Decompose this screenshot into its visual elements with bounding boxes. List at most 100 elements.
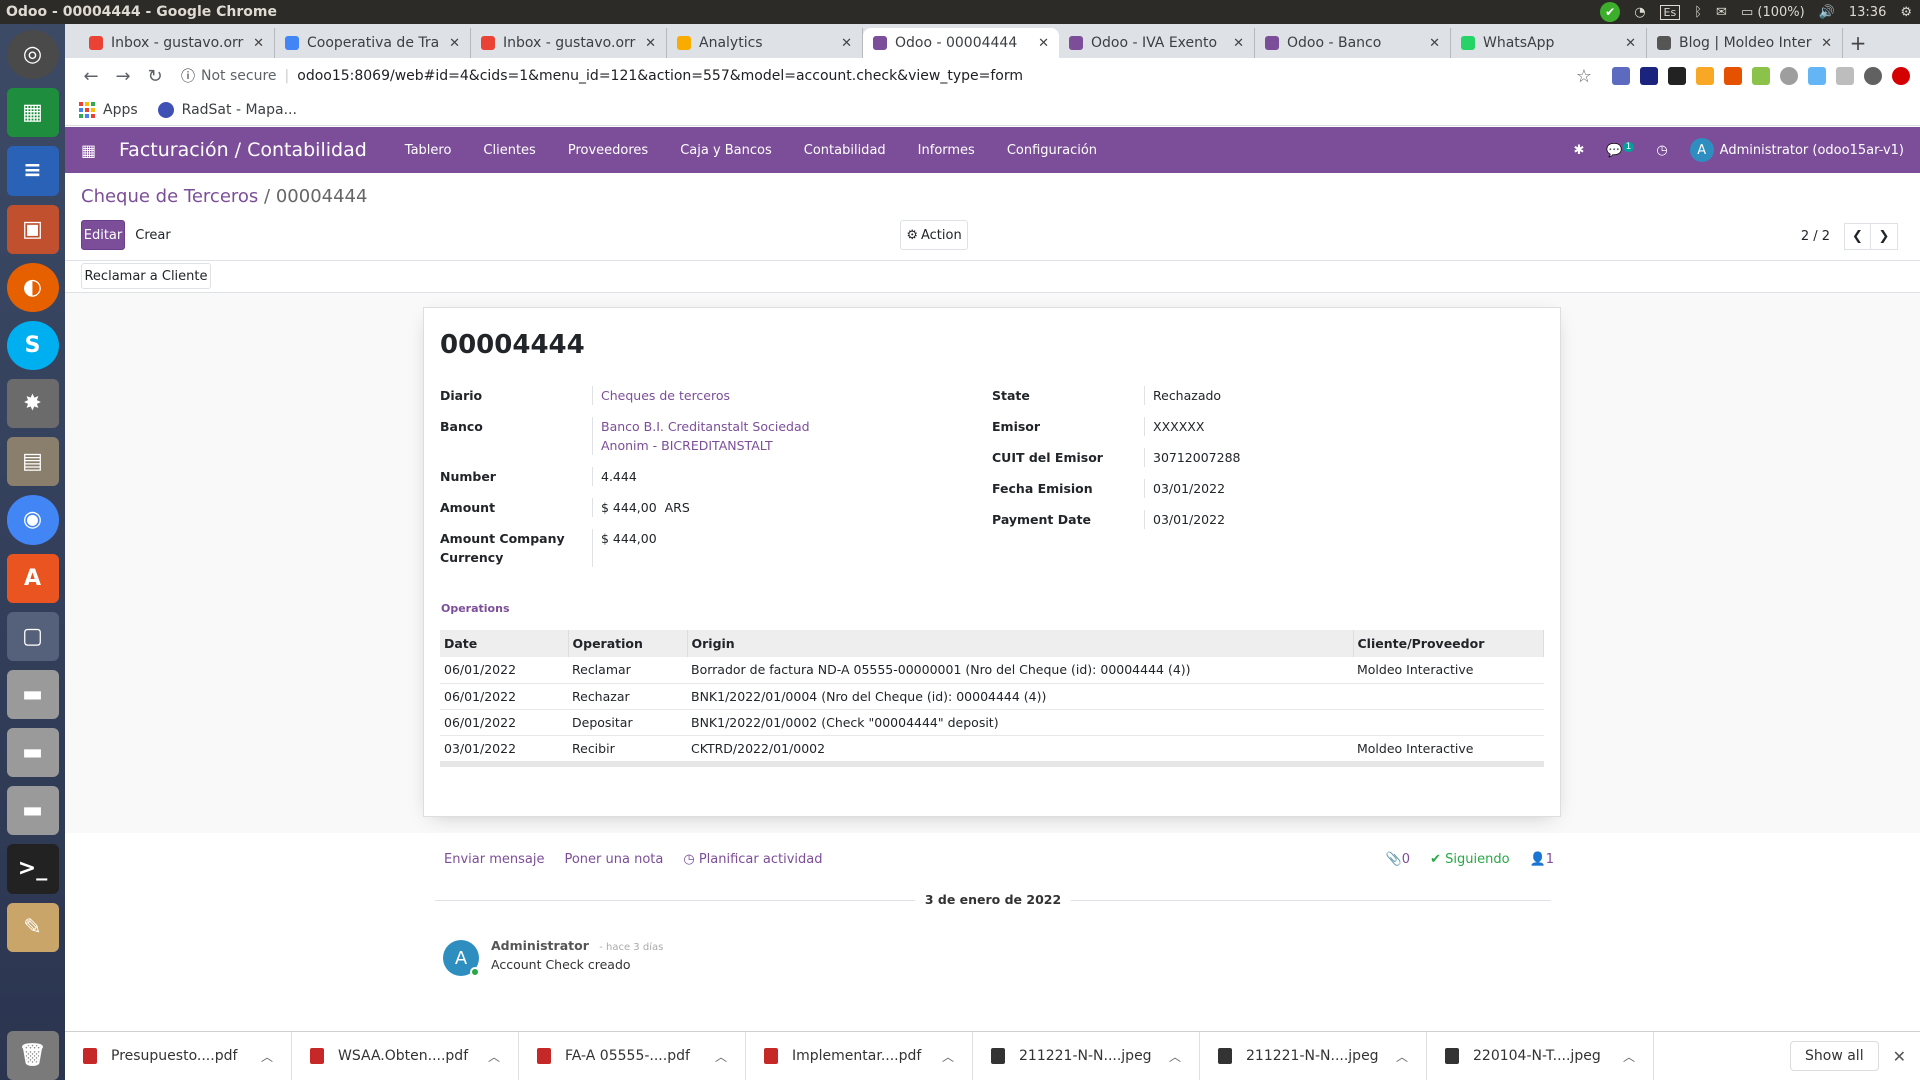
text-editor-icon[interactable]: ✎ [6, 902, 59, 952]
download-item[interactable]: Presupuesto....pdf ︿ [65, 1031, 292, 1080]
extension-icon[interactable] [1780, 67, 1798, 85]
profile-avatar-icon[interactable] [1864, 67, 1882, 85]
drive-icon[interactable]: ▬ [6, 786, 59, 836]
extension-icon[interactable] [1752, 67, 1770, 85]
field-value-link[interactable]: Banco B.I. Creditanstalt Sociedad Anonim… [592, 417, 852, 455]
column-header-origin[interactable]: Origin [687, 630, 1354, 657]
pager-next-icon[interactable]: ❯ [1871, 223, 1898, 250]
writer-icon[interactable]: ≡ [6, 146, 59, 196]
bookmark-apps[interactable]: Apps [79, 101, 138, 118]
update-check-icon[interactable]: ✔ [1600, 2, 1621, 22]
show-all-downloads-button[interactable]: Show all [1790, 1041, 1879, 1071]
send-message-button[interactable]: Enviar mensaje [444, 852, 544, 867]
dash-icon[interactable]: ◎ [6, 30, 59, 80]
extension-icon[interactable] [1612, 67, 1630, 85]
action-menu-button[interactable]: ⚙ Action [900, 220, 968, 250]
pager-previous-icon[interactable]: ❮ [1844, 223, 1871, 250]
activity-clock-icon[interactable]: ◷ [1656, 143, 1667, 158]
extension-icon[interactable] [1836, 67, 1854, 85]
column-header-date[interactable]: Date [440, 630, 569, 657]
download-item[interactable]: 211221-N-N....jpeg ︿ [973, 1031, 1200, 1080]
firefox-icon[interactable]: ◐ [6, 262, 59, 312]
schedule-activity-button[interactable]: ◷ Planificar actividad [683, 852, 822, 867]
browser-tab[interactable]: Inbox - gustavo.orr ✕ [471, 28, 667, 58]
edit-button[interactable]: Editar [81, 220, 125, 250]
volume-icon[interactable]: 🔊 [1819, 5, 1835, 20]
files-icon[interactable]: ▤ [6, 437, 59, 487]
menu-informes[interactable]: Informes [918, 143, 975, 158]
browser-tab[interactable]: Analytics ✕ [667, 28, 863, 58]
reload-icon[interactable]: ↻ [139, 66, 171, 87]
menu-tablero[interactable]: Tablero [405, 143, 452, 158]
address-bar[interactable]: ⓘ Not secure | odoo15:8069/web#id=4&cids… [181, 66, 1568, 86]
messages-button[interactable]: 💬 1 [1606, 141, 1635, 158]
table-row[interactable]: 06/01/2022 Depositar BNK1/2022/01/0002 (… [440, 709, 1544, 736]
table-row[interactable]: 03/01/2022 Recibir CKTRD/2022/01/0002 Mo… [440, 735, 1544, 762]
tab-close-icon[interactable]: ✕ [841, 36, 852, 51]
system-tools-icon[interactable]: ✸ [6, 379, 59, 429]
breadcrumb-parent[interactable]: Cheque de Terceros [81, 186, 258, 207]
tab-close-icon[interactable]: ✕ [645, 36, 656, 51]
tab-close-icon[interactable]: ✕ [1429, 36, 1440, 51]
tab-close-icon[interactable]: ✕ [1625, 36, 1636, 51]
new-tab-button[interactable]: + [1843, 28, 1873, 58]
mail-icon[interactable]: ✉ [1716, 5, 1727, 20]
message-author-avatar[interactable]: A [443, 940, 480, 977]
browser-tab[interactable]: Odoo - Banco ✕ [1255, 28, 1451, 58]
back-arrow-icon[interactable]: ← [75, 66, 107, 87]
terminal-icon[interactable]: >_ [6, 844, 59, 894]
tab-close-icon[interactable]: ✕ [253, 36, 264, 51]
column-header-partner[interactable]: Cliente/Proveedor [1353, 630, 1544, 657]
chevron-up-icon[interactable]: ︿ [715, 1048, 727, 1065]
bluetooth-icon[interactable]: ᛒ [1694, 5, 1702, 20]
trash-icon[interactable]: 🗑 [6, 1030, 59, 1080]
extension-icon[interactable] [1640, 67, 1658, 85]
battery-indicator[interactable]: ▭ (100%) [1741, 5, 1805, 20]
menu-proveedores[interactable]: Proveedores [568, 143, 648, 158]
bookmark-radsat[interactable]: RadSat - Mapa... [157, 101, 297, 118]
menu-contabilidad[interactable]: Contabilidad [804, 143, 886, 158]
chevron-up-icon[interactable]: ︿ [1396, 1048, 1408, 1065]
url-text[interactable]: odoo15:8069/web#id=4&cids=1&menu_id=121&… [297, 68, 1023, 84]
impress-icon[interactable]: ▣ [6, 204, 59, 254]
spreadsheet-icon[interactable]: ▦ [6, 88, 59, 138]
debug-bug-icon[interactable]: ✱ [1573, 143, 1584, 158]
browser-tab[interactable]: Inbox - gustavo.orr ✕ [79, 28, 275, 58]
forward-arrow-icon[interactable]: → [107, 66, 139, 87]
close-icon[interactable]: ✕ [1893, 1047, 1906, 1066]
drive-icon[interactable]: ▬ [6, 669, 59, 720]
app-menu-grid-icon[interactable]: ▦ [81, 141, 111, 160]
claim-customer-button[interactable]: Reclamar a Cliente [81, 263, 211, 289]
keyboard-layout[interactable]: Es [1659, 4, 1681, 20]
drive-icon[interactable]: ▬ [6, 728, 59, 778]
settings-gear-icon[interactable]: ⚙ [1900, 5, 1912, 20]
log-note-button[interactable]: Poner una nota [564, 852, 663, 867]
menu-caja-bancos[interactable]: Caja y Bancos [680, 143, 772, 158]
extension-icon[interactable] [1696, 67, 1714, 85]
tab-close-icon[interactable]: ✕ [1038, 36, 1049, 51]
workspace-switcher-icon[interactable]: ▢ [6, 611, 59, 661]
chevron-up-icon[interactable]: ︿ [1169, 1048, 1181, 1065]
user-menu[interactable]: A Administrator (odoo15ar-v1) [1689, 138, 1904, 162]
download-item[interactable]: FA-A 05555-....pdf ︿ [519, 1031, 746, 1080]
following-button[interactable]: ✔ Siguiendo [1430, 852, 1509, 867]
menu-clientes[interactable]: Clientes [483, 143, 535, 158]
attachments-button[interactable]: 📎0 [1386, 852, 1410, 867]
software-center-icon[interactable]: A [6, 553, 59, 603]
download-item[interactable]: Implementar....pdf ︿ [746, 1031, 973, 1080]
extension-icon[interactable] [1808, 67, 1826, 85]
extension-icon[interactable] [1668, 67, 1686, 85]
browser-tab[interactable]: Odoo - IVA Exento ✕ [1059, 28, 1255, 58]
info-icon[interactable]: ⓘ [181, 66, 195, 86]
download-item[interactable]: 220104-N-T....jpeg ︿ [1427, 1031, 1654, 1080]
create-button[interactable]: Crear [129, 220, 177, 250]
tab-close-icon[interactable]: ✕ [449, 36, 460, 51]
app-name[interactable]: Facturación / Contabilidad [119, 139, 367, 161]
column-header-operation[interactable]: Operation [568, 630, 688, 657]
update-menu-icon[interactable] [1892, 67, 1910, 85]
skype-icon[interactable]: S [6, 320, 59, 371]
message-author[interactable]: Administrator [491, 938, 589, 953]
tab-close-icon[interactable]: ✕ [1233, 36, 1244, 51]
wifi-icon[interactable]: ◔ [1634, 5, 1645, 20]
browser-tab[interactable]: Blog | Moldeo Inter ✕ [1647, 28, 1843, 58]
